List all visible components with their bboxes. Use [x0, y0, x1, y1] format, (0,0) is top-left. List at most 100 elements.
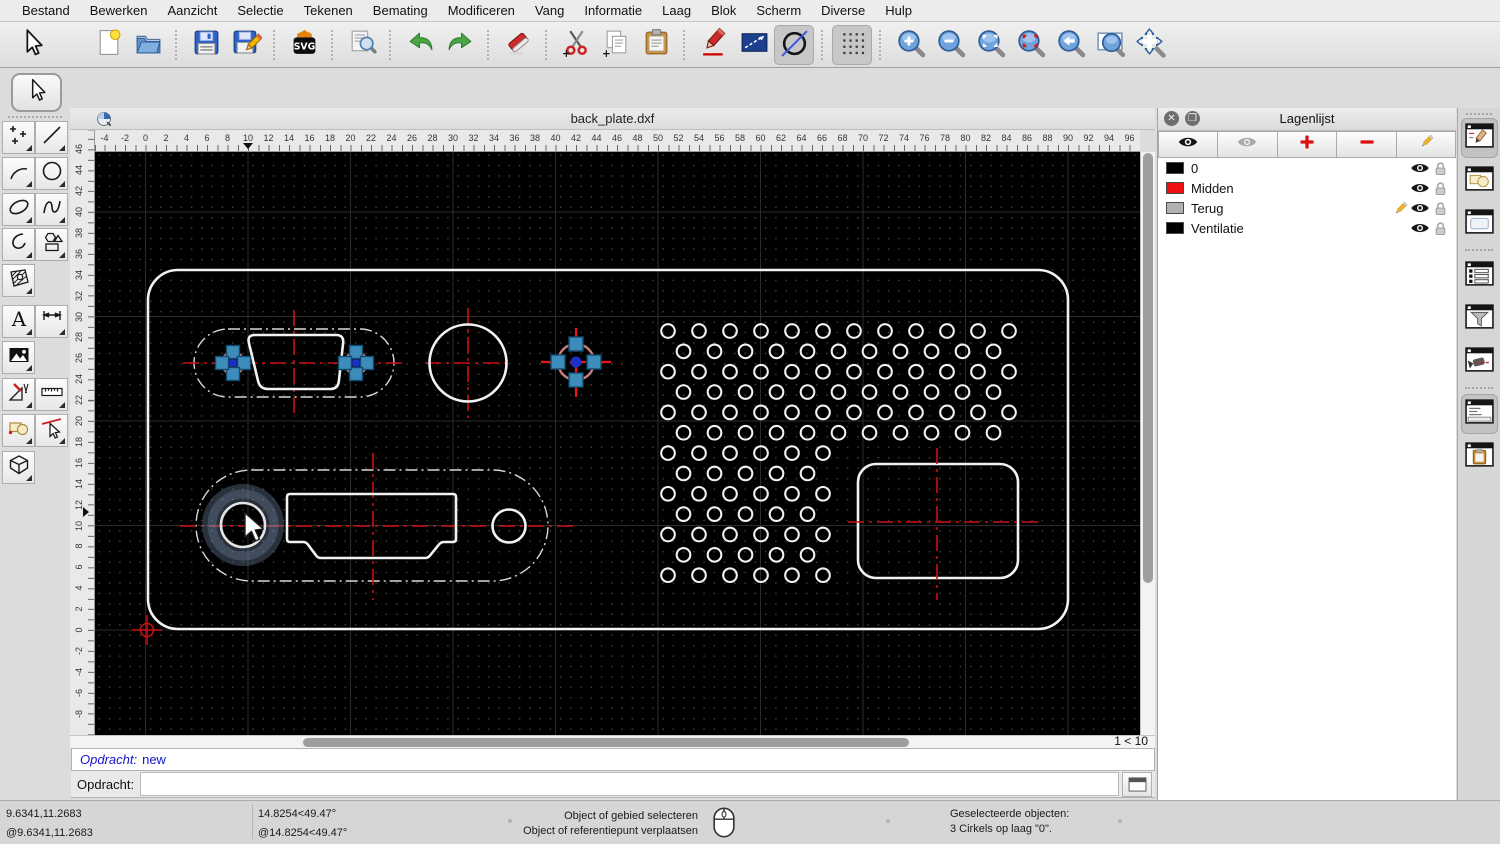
horizontal-scrollbar[interactable]: 1 < 10 — [70, 735, 1155, 748]
layer-color-swatch[interactable] — [1166, 162, 1184, 174]
layer-toolbar-plus-red-button[interactable] — [1276, 130, 1338, 158]
dock-handle[interactable] — [1466, 113, 1492, 115]
tool-points-button[interactable] — [2, 121, 35, 154]
layer-row-ventilatie[interactable]: Ventilatie — [1158, 218, 1456, 238]
layer-visible-eye-icon[interactable] — [1410, 161, 1430, 175]
undo-button[interactable] — [400, 25, 440, 65]
win-command-line-button[interactable] — [1460, 394, 1498, 434]
tool-dimension-button[interactable] — [35, 305, 68, 338]
redo-button[interactable] — [440, 25, 480, 65]
layer-toolbar-minus-red-button[interactable] — [1336, 130, 1397, 158]
layer-lock-icon[interactable] — [1430, 181, 1450, 196]
selection-handle[interactable] — [214, 355, 230, 371]
win-layer-list-button[interactable] — [1461, 256, 1498, 296]
paste-button[interactable] — [636, 25, 676, 65]
selection-handle[interactable] — [568, 372, 584, 388]
menu-blok[interactable]: Blok — [701, 3, 746, 18]
menu-informatie[interactable]: Informatie — [574, 3, 652, 18]
arrow-pointer-button[interactable] — [12, 25, 52, 65]
tool-arc-button[interactable] — [2, 157, 35, 190]
layer-lock-icon[interactable] — [1430, 221, 1450, 236]
layer-toolbar-pencil-button[interactable] — [1395, 130, 1457, 158]
measure-rect-button[interactable] — [734, 25, 774, 65]
construction-circle-button[interactable] — [774, 24, 814, 65]
ventilation-hole-pattern[interactable] — [660, 323, 1017, 584]
tool-block-button[interactable] — [2, 414, 35, 447]
pointer-tool-button[interactable] — [11, 73, 62, 112]
layer-color-swatch[interactable] — [1166, 222, 1184, 234]
win-block-list-button[interactable] — [1461, 161, 1498, 201]
tool-shapes-button[interactable] — [35, 228, 68, 261]
command-window-toggle-button[interactable] — [1122, 771, 1152, 797]
layer-lock-icon[interactable] — [1430, 161, 1450, 176]
document-tab-bar[interactable]: back_plate.dxf — [70, 108, 1155, 130]
pan-button[interactable] — [1130, 25, 1170, 65]
drawing-canvas[interactable] — [95, 152, 1140, 735]
tool-line-button[interactable] — [35, 121, 68, 154]
command-input[interactable] — [140, 772, 1119, 796]
layer-lock-icon[interactable] — [1430, 201, 1450, 216]
menu-aanzicht[interactable]: Aanzicht — [158, 3, 228, 18]
layer-visible-eye-icon[interactable] — [1410, 221, 1430, 235]
new-file-button[interactable] — [88, 25, 128, 65]
save-as-button[interactable] — [226, 25, 266, 65]
zoom-in-button[interactable] — [890, 25, 930, 65]
tool-modify-button[interactable] — [2, 378, 35, 411]
menu-tekenen[interactable]: Tekenen — [294, 3, 363, 18]
tool-solid-3d-button[interactable] — [2, 451, 35, 484]
layer-visible-eye-icon[interactable] — [1410, 201, 1430, 215]
cut-button[interactable]: + — [556, 25, 596, 65]
selected-circle[interactable] — [550, 336, 602, 388]
close-icon[interactable]: ✕ — [1164, 111, 1179, 126]
float-panel-icon[interactable]: ❐ — [1185, 111, 1200, 126]
layer-toolbar-eye-black-button[interactable] — [1157, 130, 1219, 158]
menu-hulp[interactable]: Hulp — [875, 3, 922, 18]
layer-color-swatch[interactable] — [1166, 182, 1184, 194]
selection-handle[interactable] — [337, 355, 353, 371]
win-library-browser-button[interactable] — [1461, 204, 1498, 244]
draw-pencil-button[interactable] — [694, 25, 734, 65]
selection-handle[interactable] — [550, 354, 566, 370]
rounded-rect-cutout[interactable] — [856, 462, 1020, 580]
tool-text-button[interactable]: A — [2, 305, 35, 338]
selection-handle[interactable] — [586, 354, 602, 370]
layer-visible-eye-icon[interactable] — [1410, 181, 1430, 195]
layer-row-0[interactable]: 0 — [1158, 158, 1456, 178]
cad-drawing[interactable] — [95, 152, 1140, 735]
save-button[interactable] — [186, 25, 226, 65]
reference-point[interactable] — [229, 359, 237, 367]
layer-row-terug[interactable]: Terug — [1158, 198, 1456, 218]
win-clipboard-button[interactable] — [1461, 437, 1498, 477]
menu-diverse[interactable]: Diverse — [811, 3, 875, 18]
grid-toggle-button[interactable] — [832, 24, 872, 65]
layer-color-swatch[interactable] — [1166, 202, 1184, 214]
tool-image-button[interactable] — [2, 341, 35, 374]
selection-handle[interactable] — [568, 336, 584, 352]
vertical-scrollbar[interactable] — [1140, 152, 1155, 735]
eraser-button[interactable] — [498, 25, 538, 65]
menu-vang[interactable]: Vang — [525, 3, 574, 18]
tool-ellipse-button[interactable] — [2, 193, 35, 226]
tool-polyline-button[interactable] — [2, 228, 35, 261]
menu-selectie[interactable]: Selectie — [227, 3, 293, 18]
zoom-auto-button[interactable] — [970, 25, 1010, 65]
selected-screw-hole-right[interactable] — [337, 344, 375, 382]
zoom-out-button[interactable] — [930, 25, 970, 65]
menu-scherm[interactable]: Scherm — [746, 3, 811, 18]
win-selection-filter-button[interactable] — [1461, 299, 1498, 339]
copy-button[interactable]: + — [596, 25, 636, 65]
layer-row-midden[interactable]: Midden — [1158, 178, 1456, 198]
vertical-scrollbar-thumb[interactable] — [1143, 153, 1153, 583]
tool-spline-button[interactable] — [35, 193, 68, 226]
menu-bestand[interactable]: Bestand — [12, 3, 80, 18]
horizontal-scrollbar-thumb[interactable] — [303, 738, 909, 747]
menu-bemating[interactable]: Bemating — [363, 3, 438, 18]
win-projection-button[interactable] — [1461, 342, 1498, 382]
menu-modificeren[interactable]: Modificeren — [438, 3, 525, 18]
tool-circle-button[interactable] — [35, 157, 68, 190]
svg-export-button[interactable]: SVG — [284, 25, 324, 65]
palette-handle[interactable] — [8, 116, 62, 118]
print-preview-button[interactable] — [342, 25, 382, 65]
vga-cutout[interactable] — [247, 333, 345, 391]
tool-select-tool-button[interactable] — [35, 414, 68, 447]
